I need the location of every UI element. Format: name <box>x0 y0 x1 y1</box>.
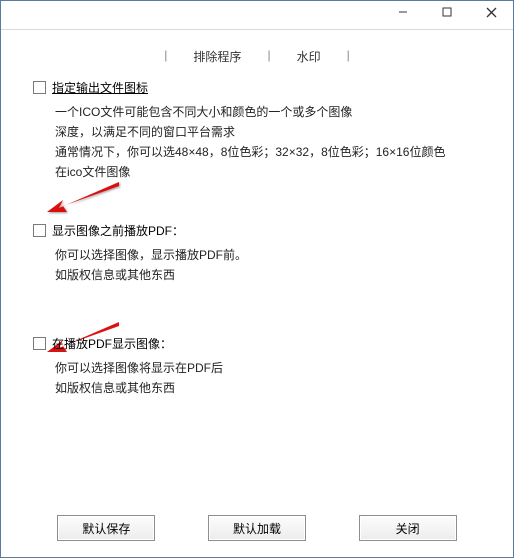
close-button[interactable]: 关闭 <box>359 515 457 541</box>
tab-separator: | <box>162 48 169 65</box>
default-load-button[interactable]: 默认加载 <box>208 515 306 541</box>
default-save-button[interactable]: 默认保存 <box>57 515 155 541</box>
desc-text: 一个ICO文件可能包含不同大小和颜色的一个或多个图像 <box>55 102 493 122</box>
section-before-pdf: 显示图像之前播放PDF： 你可以选择图像，显示播放PDF前。 如版权信息或其他东… <box>33 222 493 285</box>
tab-exclude[interactable]: 排除程序 <box>191 48 243 65</box>
label-after-pdf: 在播放PDF显示图像： <box>52 335 172 352</box>
client-area: | 排除程序 | 水印 | 指定输出文件图标 一个ICO文件可能包含不同大小和颜… <box>1 30 513 557</box>
desc-text: 通常情况下，你可以选48×48，8位色彩；32×32，8位色彩；16×16位颜色 <box>55 142 493 162</box>
desc-text: 你可以选择图像将显示在PDF后 <box>55 358 493 378</box>
titlebar <box>1 1 513 30</box>
label-output-icon: 指定输出文件图标 <box>52 79 148 96</box>
desc-text: 深度，以满足不同的窗口平台需求 <box>55 122 493 142</box>
label-before-pdf: 显示图像之前播放PDF： <box>52 222 184 239</box>
checkbox-before-pdf[interactable] <box>33 224 46 237</box>
checkbox-output-icon[interactable] <box>33 81 46 94</box>
tab-bar: | 排除程序 | 水印 | <box>15 48 499 65</box>
button-bar: 默认保存 默认加载 关闭 <box>1 515 513 541</box>
tab-separator: | <box>265 48 272 65</box>
annotation-arrow-icon <box>41 178 121 218</box>
tab-separator: | <box>345 48 352 65</box>
section-after-pdf: 在播放PDF显示图像： 你可以选择图像将显示在PDF后 如版权信息或其他东西 <box>33 335 493 398</box>
dialog-window: | 排除程序 | 水印 | 指定输出文件图标 一个ICO文件可能包含不同大小和颜… <box>0 0 514 558</box>
tab-watermark[interactable]: 水印 <box>295 48 323 65</box>
desc-text: 你可以选择图像，显示播放PDF前。 <box>55 245 493 265</box>
maximize-button[interactable] <box>425 1 469 23</box>
checkbox-after-pdf[interactable] <box>33 337 46 350</box>
section-output-icon: 指定输出文件图标 一个ICO文件可能包含不同大小和颜色的一个或多个图像 深度，以… <box>33 79 493 182</box>
close-window-button[interactable] <box>469 1 513 23</box>
minimize-button[interactable] <box>381 1 425 23</box>
desc-text: 如版权信息或其他东西 <box>55 265 493 285</box>
desc-text: 如版权信息或其他东西 <box>55 378 493 398</box>
desc-text: 在ico文件图像 <box>55 162 493 182</box>
